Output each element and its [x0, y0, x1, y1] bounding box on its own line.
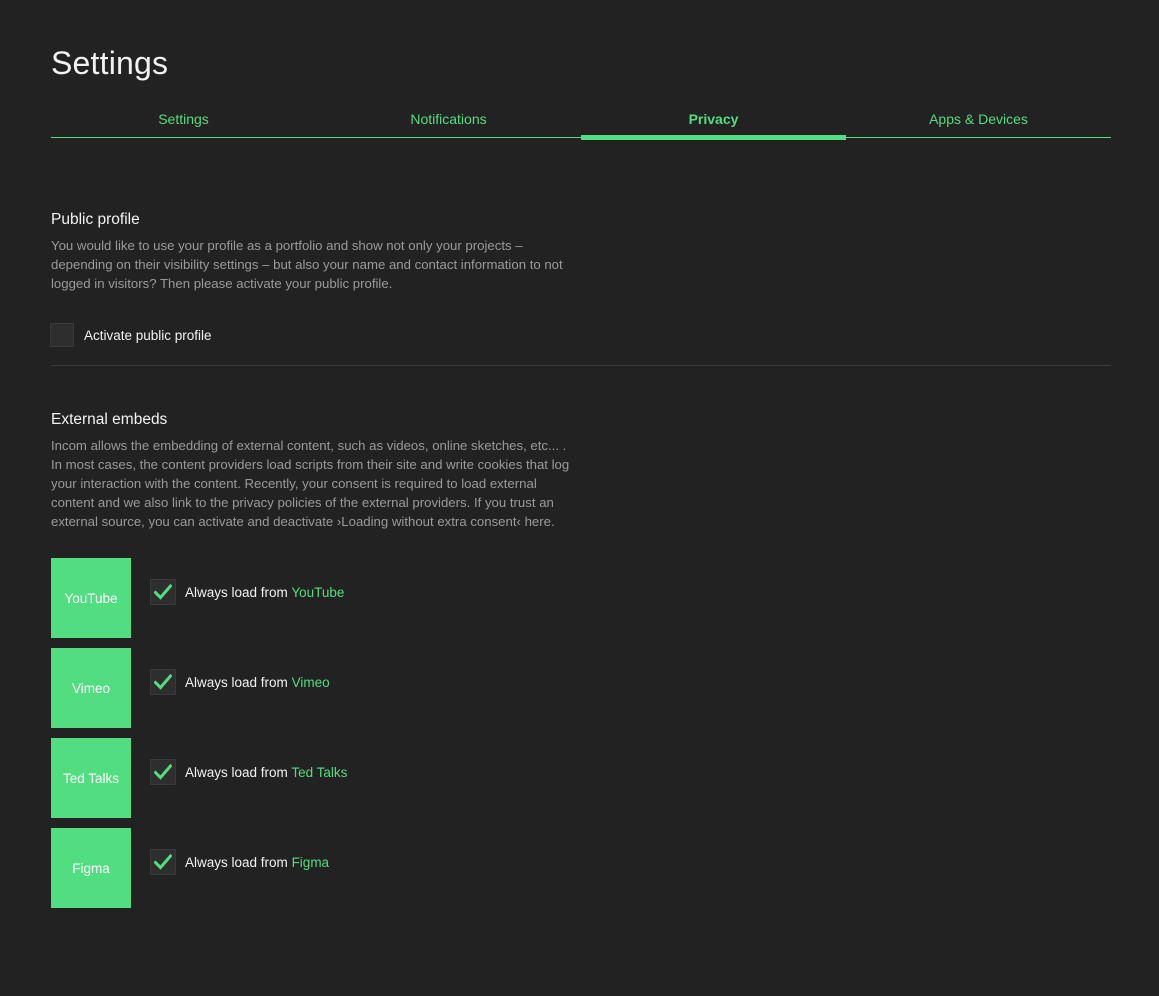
vimeo-checkbox-label[interactable]: Always load from Vimeo — [185, 675, 330, 690]
provider-check-vimeo: Always load from Vimeo — [150, 669, 330, 695]
youtube-checkbox[interactable] — [150, 579, 176, 605]
provider-name-youtube: YouTube — [291, 584, 345, 600]
provider-tile-youtube: YouTube — [51, 558, 131, 638]
activate-public-profile-checkbox[interactable] — [50, 323, 74, 347]
always-load-text: Always load from — [185, 584, 288, 600]
checkmark-icon — [154, 854, 172, 870]
ted-talks-checkbox[interactable] — [150, 759, 176, 785]
provider-tile-vimeo: Vimeo — [51, 648, 131, 728]
figma-checkbox[interactable] — [150, 849, 176, 875]
provider-row-figma: Figma Always load from Figma — [51, 828, 1111, 908]
provider-row-ted-talks: Ted Talks Always load from Ted Talks — [51, 738, 1111, 818]
checkmark-icon — [154, 674, 172, 690]
always-load-text: Always load from — [185, 764, 288, 780]
external-embeds-description: Incom allows the embedding of external c… — [51, 438, 570, 529]
always-load-text: Always load from — [185, 854, 288, 870]
provider-row-youtube: YouTube Always load from YouTube — [51, 558, 1111, 638]
external-embeds-section: External embeds Incom allows the embeddi… — [51, 410, 1111, 908]
checkmark-icon — [154, 584, 172, 600]
tab-notifications[interactable]: Notifications — [316, 107, 581, 137]
page-title: Settings — [51, 45, 169, 81]
youtube-checkbox-label[interactable]: Always load from YouTube — [185, 585, 344, 600]
provider-check-figma: Always load from Figma — [150, 849, 329, 875]
section-title-public-profile: Public profile — [51, 211, 140, 228]
checkmark-icon — [154, 764, 172, 780]
provider-check-youtube: Always load from YouTube — [150, 579, 344, 605]
public-profile-description: You would like to use your profile as a … — [51, 238, 563, 291]
provider-tile-figma: Figma — [51, 828, 131, 908]
vimeo-checkbox[interactable] — [150, 669, 176, 695]
settings-page: Settings Settings Notifications Privacy … — [0, 0, 1159, 996]
provider-row-vimeo: Vimeo Always load from Vimeo — [51, 648, 1111, 728]
public-profile-section: Public profile You would like to use you… — [50, 210, 1111, 347]
section-divider — [51, 365, 1111, 366]
tab-bar: Settings Notifications Privacy Apps & De… — [51, 107, 1111, 140]
provider-name-figma: Figma — [291, 854, 330, 870]
always-load-text: Always load from — [185, 674, 288, 690]
provider-check-ted-talks: Always load from Ted Talks — [150, 759, 347, 785]
tab-apps-devices[interactable]: Apps & Devices — [846, 107, 1111, 137]
provider-name-vimeo: Vimeo — [291, 674, 330, 690]
tab-privacy[interactable]: Privacy — [581, 107, 846, 140]
provider-tile-ted-talks: Ted Talks — [51, 738, 131, 818]
ted-talks-checkbox-label[interactable]: Always load from Ted Talks — [185, 765, 347, 780]
section-title-external-embeds: External embeds — [51, 411, 168, 428]
figma-checkbox-label[interactable]: Always load from Figma — [185, 855, 329, 870]
tab-settings[interactable]: Settings — [51, 107, 316, 137]
activate-public-profile-label[interactable]: Activate public profile — [84, 328, 212, 343]
activate-public-profile-row: Activate public profile — [50, 323, 1111, 347]
provider-list: YouTube Always load from YouTube Vimeo A… — [51, 558, 1111, 908]
provider-name-ted-talks: Ted Talks — [291, 764, 348, 780]
